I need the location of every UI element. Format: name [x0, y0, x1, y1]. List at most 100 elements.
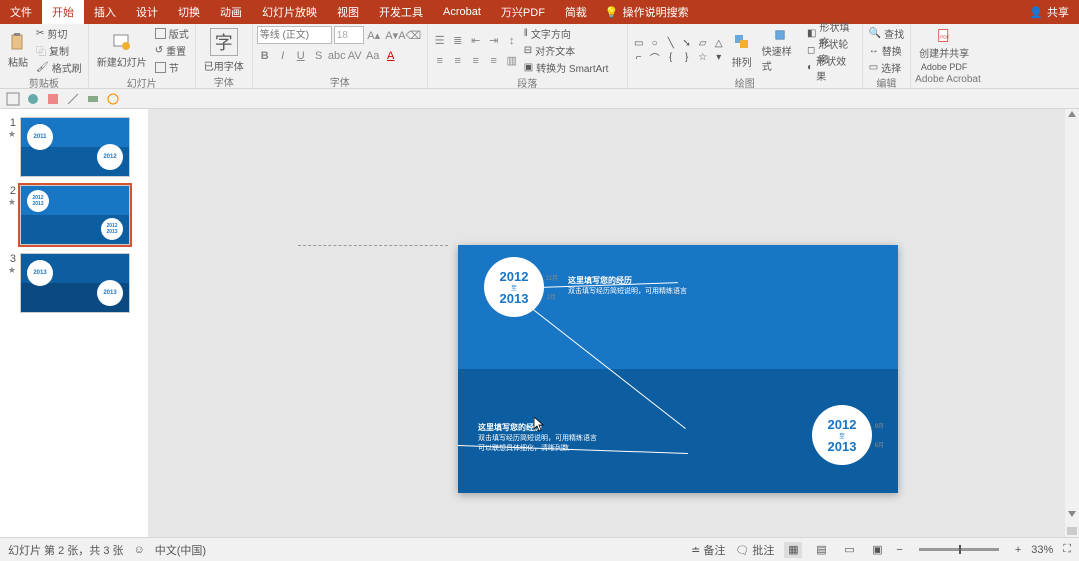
tab-transition[interactable]: 切换 — [168, 0, 210, 24]
reset-button[interactable]: ↺重置 — [153, 43, 191, 58]
shape-brace2-icon[interactable]: } — [680, 52, 694, 64]
shape-more-icon[interactable]: ▾ — [712, 52, 726, 64]
section-button[interactable]: 节 — [153, 60, 191, 75]
shape-rect2-icon[interactable]: ▱ — [696, 38, 710, 50]
shapes-gallery[interactable]: ▭○╲➘▱△ ⌐⌒{}☆▾ — [632, 38, 726, 64]
text-direction-button[interactable]: ‖文字方向 — [522, 26, 611, 41]
thumbnail-row-2[interactable]: 2★ 20122013 20122013 — [0, 185, 148, 245]
spacing-button[interactable]: AV — [347, 48, 363, 64]
shape-tri-icon[interactable]: △ — [712, 38, 726, 50]
current-slide[interactable]: 2012 11月 至 2013 2月 2012 9月 至 2013 6月 这里填… — [458, 245, 898, 493]
line-spacing-button[interactable]: ↕ — [504, 33, 520, 49]
tab-jiancai[interactable]: 简裁 — [555, 0, 597, 24]
tab-design[interactable]: 设计 — [126, 0, 168, 24]
slide-canvas[interactable]: 2012 11月 至 2013 2月 2012 9月 至 2013 6月 这里填… — [148, 109, 1079, 537]
vertical-scrollbar[interactable] — [1065, 109, 1079, 537]
shape-conn-icon[interactable]: ⌐ — [632, 52, 646, 64]
notes-button[interactable]: ≐ 备注 — [691, 542, 725, 558]
share-button[interactable]: 👤 共享 — [1029, 4, 1069, 20]
copy-button[interactable]: ⿻复制 — [34, 43, 84, 58]
thumbnail-3[interactable]: 2013 2013 — [20, 253, 130, 313]
thumbnail-2[interactable]: 20122013 20122013 — [20, 185, 130, 245]
qat-icon-5[interactable] — [86, 92, 100, 106]
language-indicator[interactable]: 中文(中国) — [155, 542, 206, 558]
zoom-out-button[interactable]: − — [896, 544, 902, 556]
font-family-select[interactable] — [257, 26, 332, 44]
scroll-end-icon[interactable] — [1067, 527, 1077, 535]
qat-icon-1[interactable] — [6, 92, 20, 106]
italic-button[interactable]: I — [275, 48, 291, 64]
arrange-button[interactable]: 排列 — [728, 27, 756, 75]
replace-button[interactable]: ↔替换 — [867, 43, 906, 58]
qat-icon-2[interactable] — [26, 92, 40, 106]
accessibility-icon[interactable]: ☺ — [134, 544, 145, 556]
paste-button[interactable]: 粘贴 — [4, 27, 32, 75]
shape-oval-icon[interactable]: ○ — [648, 38, 662, 50]
slideshow-view-button[interactable]: ▣ — [868, 542, 886, 558]
tab-file[interactable]: 文件 — [0, 0, 42, 24]
format-painter-button[interactable]: 🖌格式刷 — [34, 60, 84, 75]
tab-developer[interactable]: 开发工具 — [369, 0, 433, 24]
indent-inc-button[interactable]: ⇥ — [486, 33, 502, 49]
underline-button[interactable]: U — [293, 48, 309, 64]
shape-effects-button[interactable]: ◐形状效果 — [805, 60, 858, 75]
font-size-select[interactable] — [334, 26, 364, 44]
reading-view-button[interactable]: ▭ — [840, 542, 858, 558]
numbering-button[interactable]: ≣ — [450, 33, 466, 49]
scroll-up-icon[interactable] — [1068, 111, 1076, 117]
thumbnail-row-1[interactable]: 1★ 2011 2012 — [0, 117, 148, 177]
shape-brace-icon[interactable]: { — [664, 52, 678, 64]
comments-button[interactable]: 🗨 批注 — [735, 542, 774, 558]
scroll-down-icon[interactable] — [1068, 511, 1076, 517]
highlight-button[interactable]: Aa — [365, 48, 381, 64]
qat-icon-6[interactable] — [106, 92, 120, 106]
defaultfont-button[interactable]: 字 已用字体 — [200, 26, 248, 74]
justify-button[interactable]: ≡ — [486, 53, 502, 69]
tab-animation[interactable]: 动画 — [210, 0, 252, 24]
cut-button[interactable]: ✂剪切 — [34, 26, 84, 41]
bullets-button[interactable]: ☰ — [432, 33, 448, 49]
clear-format-button[interactable]: A⌫ — [402, 27, 418, 43]
strike-button[interactable]: S — [311, 48, 327, 64]
layout-button[interactable]: 版式 — [153, 26, 191, 41]
tab-acrobat[interactable]: Acrobat — [433, 0, 491, 24]
tab-wanxing[interactable]: 万兴PDF — [491, 0, 555, 24]
zoom-in-button[interactable]: + — [1015, 544, 1021, 556]
align-left-button[interactable]: ≡ — [432, 53, 448, 69]
thumbnail-1[interactable]: 2011 2012 — [20, 117, 130, 177]
select-button[interactable]: ▭选择 — [867, 60, 906, 75]
quick-styles-button[interactable]: 快速样式 — [758, 27, 803, 75]
shape-arrow-icon[interactable]: ➘ — [680, 38, 694, 50]
tab-view[interactable]: 视图 — [327, 0, 369, 24]
adobe-pdf-label: Adobe PDF — [921, 62, 968, 72]
zoom-level[interactable]: 33% — [1031, 544, 1053, 556]
align-center-button[interactable]: ≡ — [450, 53, 466, 69]
smartart-button[interactable]: ▣转换为 SmartArt — [522, 60, 611, 75]
sorter-view-button[interactable]: ▤ — [812, 542, 830, 558]
font-color-button[interactable]: A — [383, 48, 399, 64]
shape-rect-icon[interactable]: ▭ — [632, 38, 646, 50]
zoom-slider[interactable] — [919, 548, 999, 551]
increase-font-button[interactable]: A▴ — [366, 27, 382, 43]
shadow-button[interactable]: abc — [329, 48, 345, 64]
new-slide-button[interactable]: 新建幻灯片 — [93, 27, 151, 75]
bold-button[interactable]: B — [257, 48, 273, 64]
columns-button[interactable]: ▥ — [504, 53, 520, 69]
qat-icon-3[interactable] — [46, 92, 60, 106]
fit-window-button[interactable]: ⛶ — [1063, 543, 1071, 556]
tab-slideshow[interactable]: 幻灯片放映 — [252, 0, 327, 24]
align-text-button[interactable]: ⊟对齐文本 — [522, 43, 611, 58]
normal-view-button[interactable]: ▦ — [784, 542, 802, 558]
tab-home[interactable]: 开始 — [42, 0, 84, 24]
shape-curve-icon[interactable]: ⌒ — [648, 52, 662, 64]
qat-icon-4[interactable] — [66, 92, 80, 106]
tell-me-search[interactable]: 💡 操作说明搜索 — [605, 4, 689, 20]
shape-star-icon[interactable]: ☆ — [696, 52, 710, 64]
tab-insert[interactable]: 插入 — [84, 0, 126, 24]
find-button[interactable]: 🔍查找 — [867, 26, 906, 41]
indent-dec-button[interactable]: ⇤ — [468, 33, 484, 49]
thumbnail-row-3[interactable]: 3★ 2013 2013 — [0, 253, 148, 313]
align-right-button[interactable]: ≡ — [468, 53, 484, 69]
create-pdf-button[interactable]: PDF 创建并共享 Adobe PDF — [915, 26, 973, 74]
shape-line-icon[interactable]: ╲ — [664, 38, 678, 50]
